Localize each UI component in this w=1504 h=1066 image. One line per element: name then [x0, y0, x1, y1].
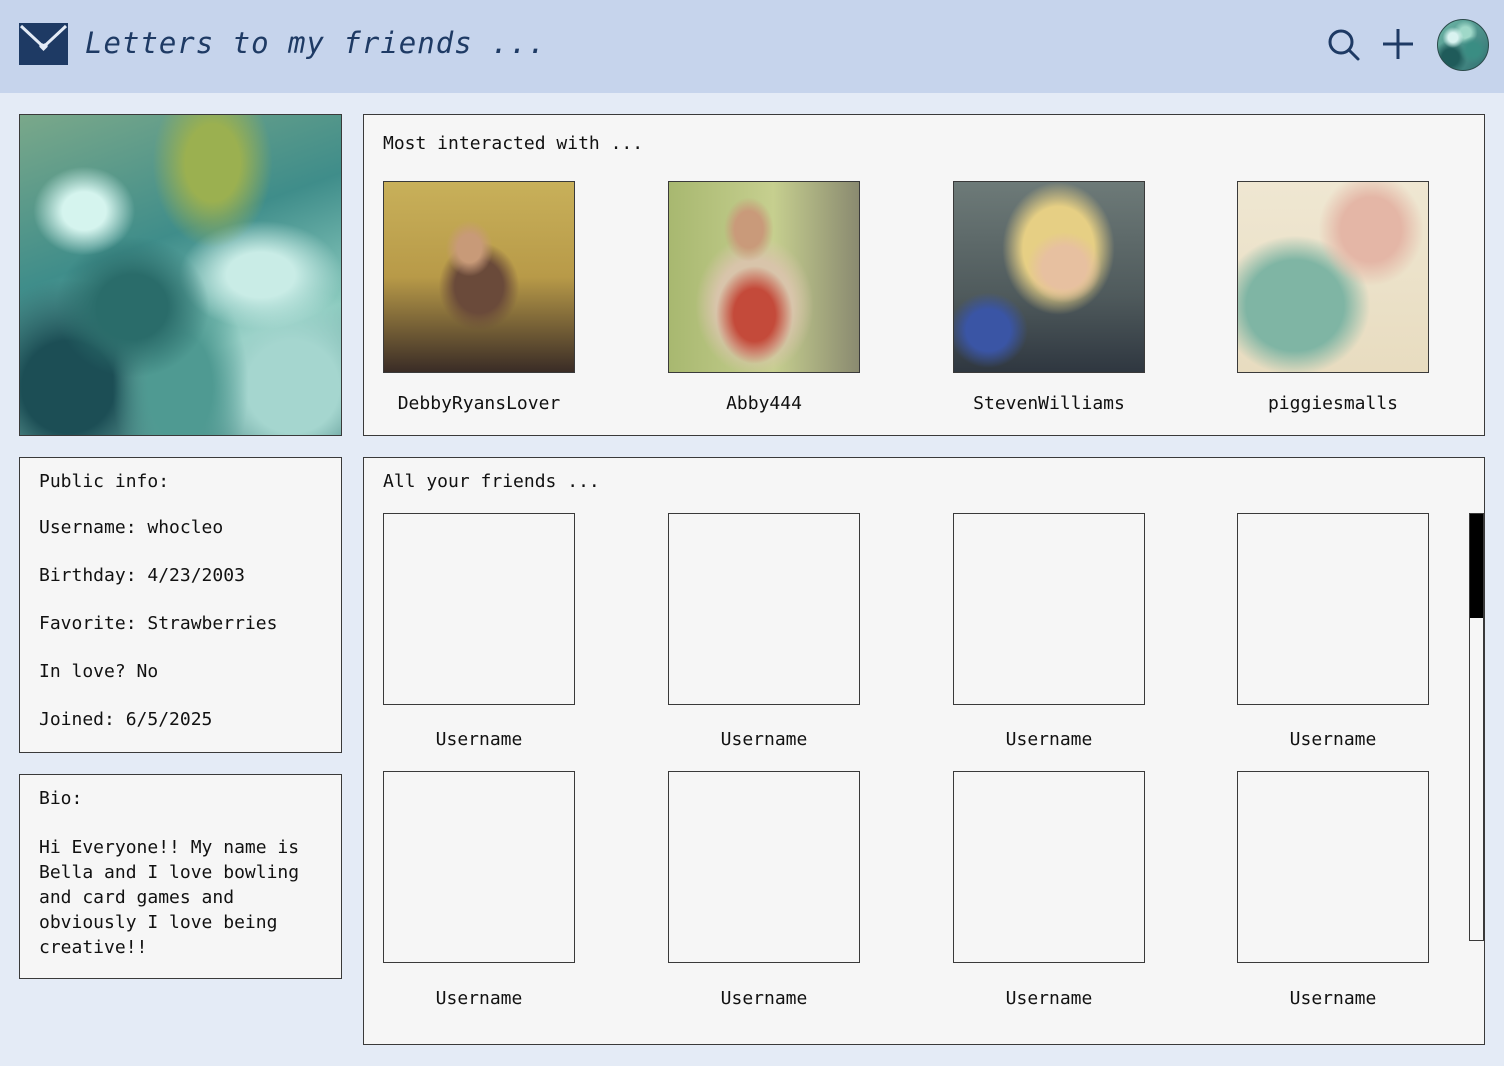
friend-photo-placeholder[interactable]	[953, 513, 1145, 705]
friend-username[interactable]: Username	[668, 729, 860, 750]
search-icon[interactable]	[1325, 26, 1361, 62]
all-friends-panel: All your friends ... Username Username U…	[363, 457, 1485, 1045]
most-interacted-heading: Most interacted with ...	[383, 133, 644, 154]
friend-photo-placeholder[interactable]	[668, 771, 860, 963]
plus-icon[interactable]	[1380, 26, 1416, 62]
joined-info: Joined: 6/5/2025	[39, 709, 213, 730]
scrollbar-thumb[interactable]	[1470, 514, 1483, 618]
public-info-panel: Public info: Username: whocleo Birthday:…	[19, 457, 342, 753]
top-bar: Letters to my friends ...	[0, 0, 1504, 93]
friend-photo[interactable]	[383, 181, 575, 373]
friend-photo[interactable]	[1237, 181, 1429, 373]
friend-photo-placeholder[interactable]	[383, 771, 575, 963]
bio-panel: Bio: Hi Everyone!! My name is Bella and …	[19, 774, 342, 979]
friend-username[interactable]: Abby444	[668, 393, 860, 414]
envelope-heart-icon[interactable]	[19, 23, 68, 65]
username-info: Username: whocleo	[39, 517, 224, 538]
friend-photo-placeholder[interactable]	[668, 513, 860, 705]
friend-photo-placeholder[interactable]	[383, 513, 575, 705]
user-avatar[interactable]	[1437, 19, 1489, 71]
friend-username[interactable]: piggiesmalls	[1237, 393, 1429, 414]
friend-username[interactable]: DebbyRyansLover	[383, 393, 575, 414]
birthday-info: Birthday: 4/23/2003	[39, 565, 245, 586]
friend-username[interactable]: Username	[668, 988, 860, 1009]
friend-photo[interactable]	[953, 181, 1145, 373]
bio-heading: Bio:	[39, 788, 83, 809]
friend-photo[interactable]	[668, 181, 860, 373]
favorite-info: Favorite: Strawberries	[39, 613, 278, 634]
friend-username[interactable]: Username	[383, 729, 575, 750]
friend-photo-placeholder[interactable]	[1237, 771, 1429, 963]
friend-photo-placeholder[interactable]	[1237, 513, 1429, 705]
friend-username[interactable]: Username	[1237, 729, 1429, 750]
all-friends-heading: All your friends ...	[383, 471, 600, 492]
bio-text: Hi Everyone!! My name is Bella and I lov…	[39, 837, 300, 958]
public-info-heading: Public info:	[39, 471, 170, 492]
friend-username[interactable]: Username	[953, 988, 1145, 1009]
friend-username[interactable]: StevenWilliams	[953, 393, 1145, 414]
profile-picture	[19, 114, 342, 436]
friend-username[interactable]: Username	[1237, 988, 1429, 1009]
friend-username[interactable]: Username	[383, 988, 575, 1009]
most-interacted-panel: Most interacted with ... DebbyRyansLover…	[363, 114, 1485, 436]
in-love-info: In love? No	[39, 661, 159, 682]
app-title: Letters to my friends ...	[85, 26, 547, 60]
friend-photo-placeholder[interactable]	[953, 771, 1145, 963]
friend-username[interactable]: Username	[953, 729, 1145, 750]
friends-scrollbar[interactable]	[1469, 513, 1484, 941]
